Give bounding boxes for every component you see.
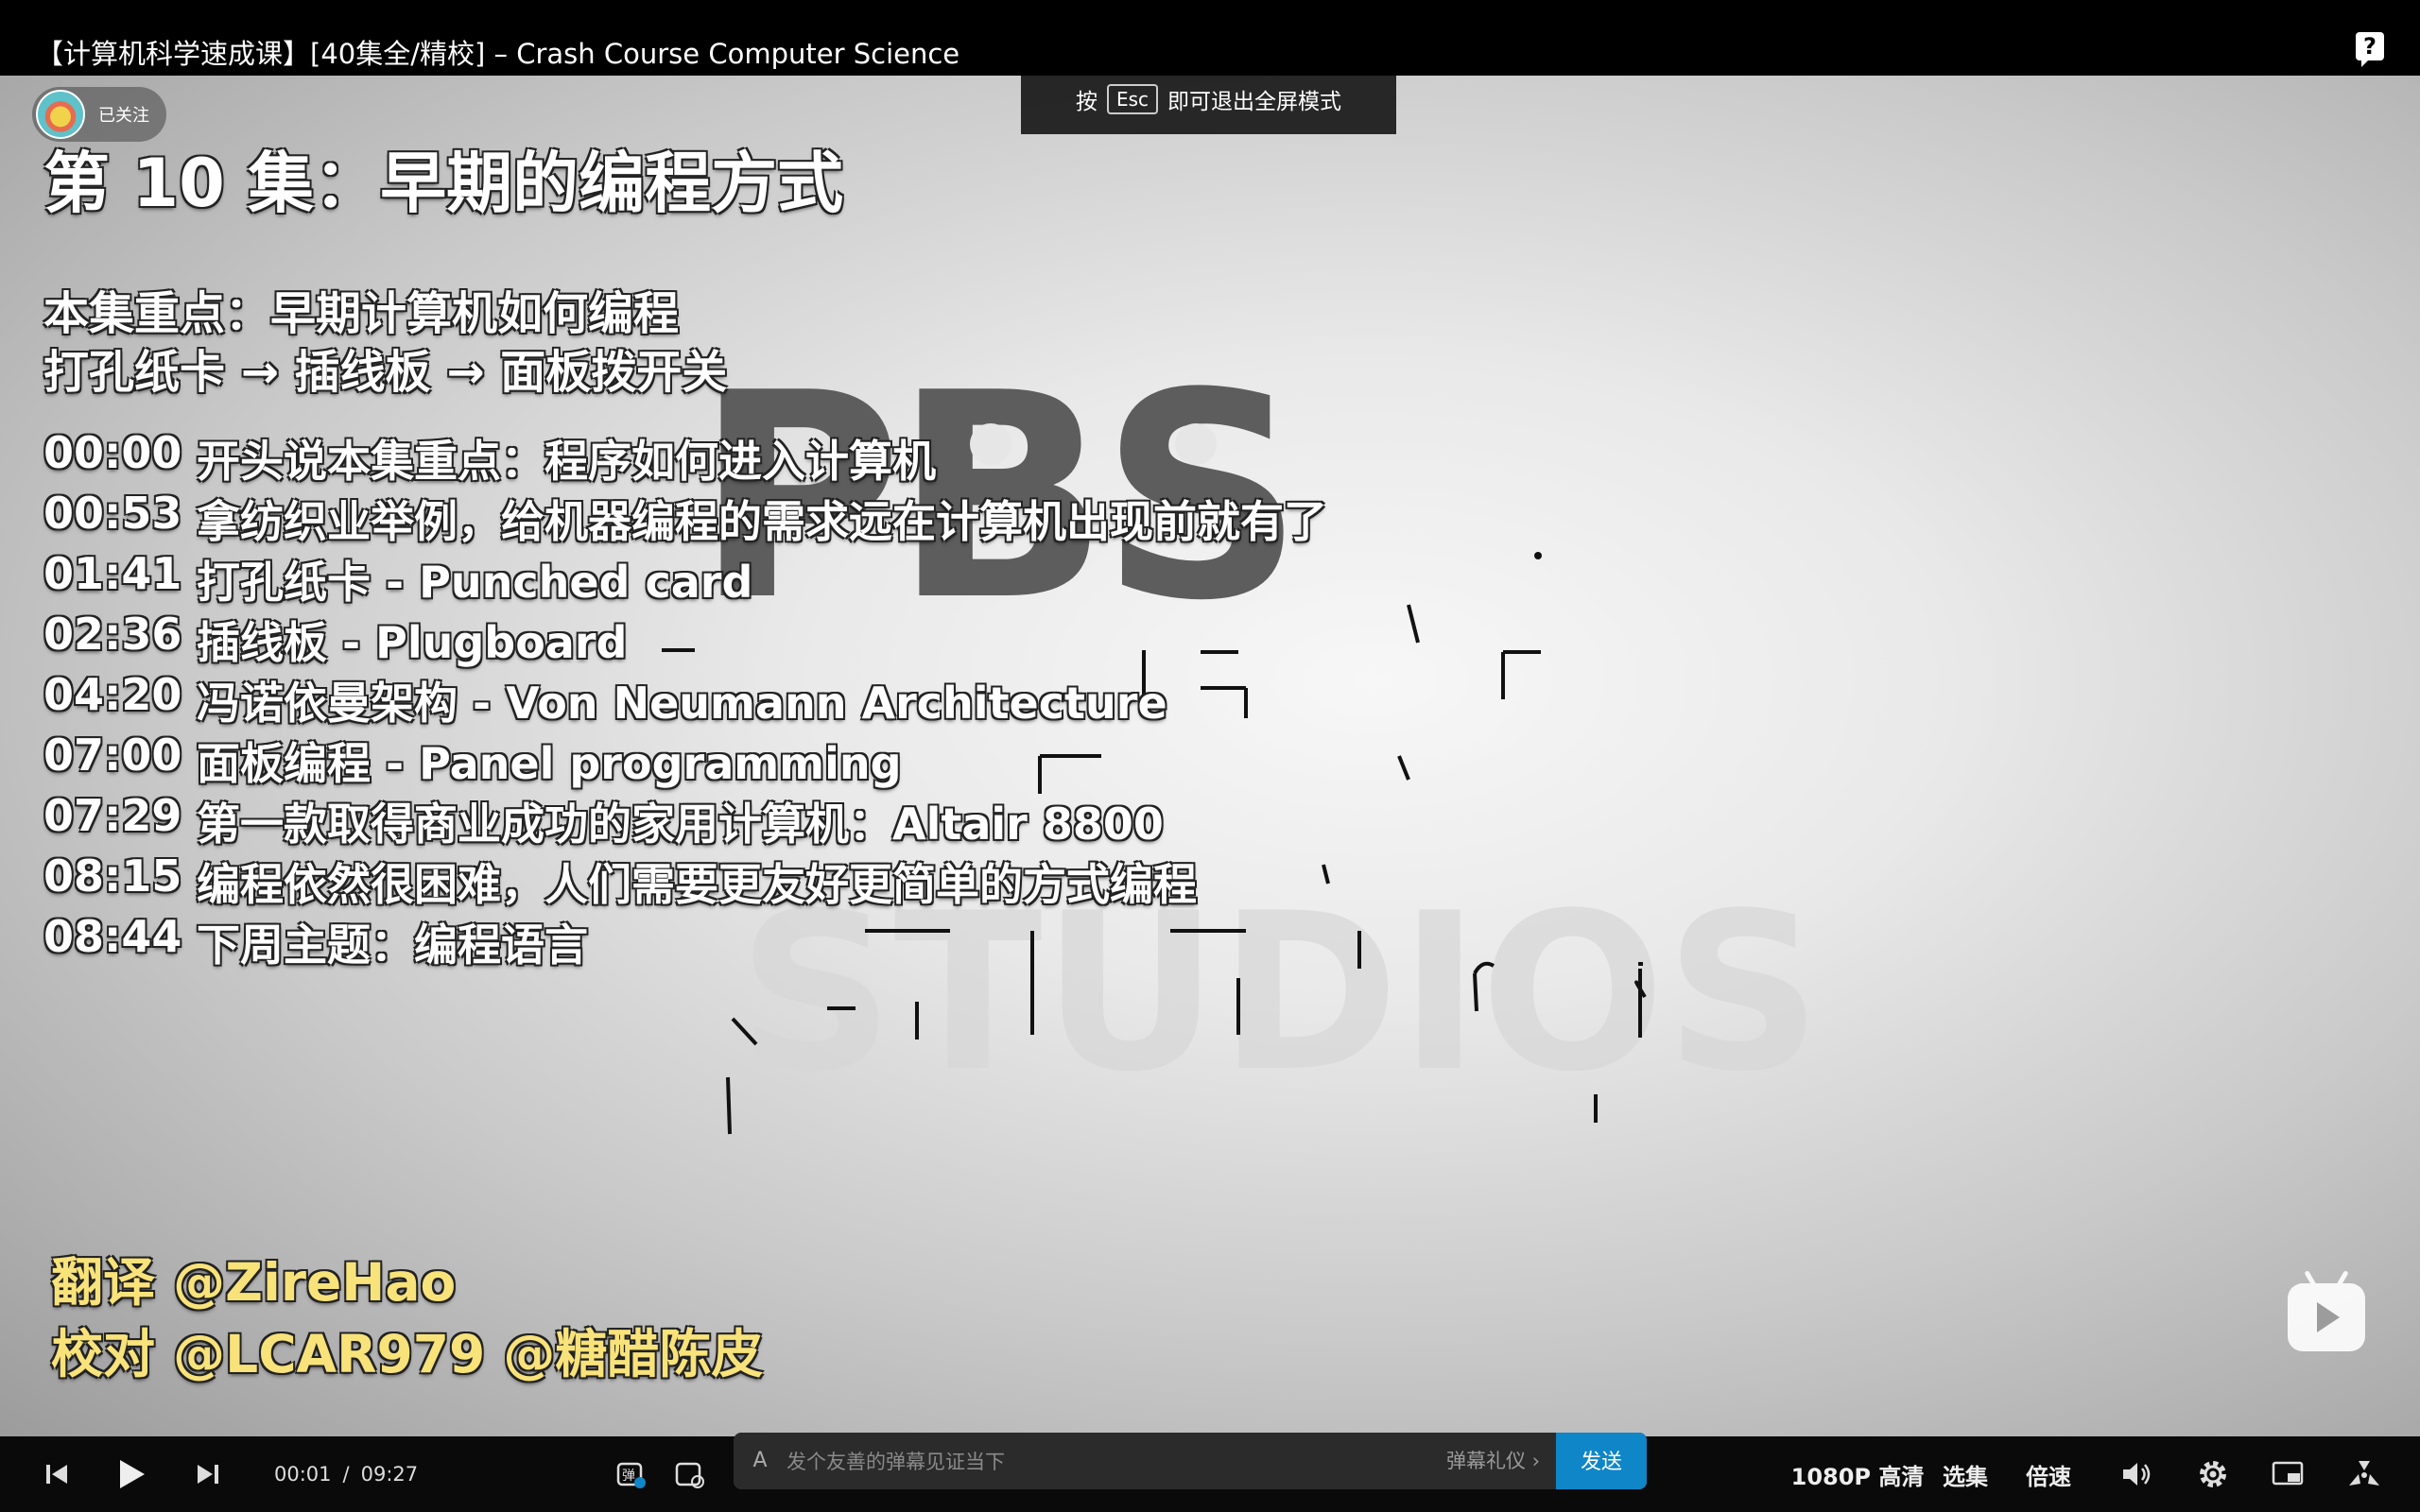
settings-gear-icon[interactable] — [2193, 1436, 2233, 1512]
chapter-time: 08:15 — [43, 850, 182, 902]
danmaku-style-icon[interactable]: A — [749, 1450, 771, 1472]
duration: 09:27 — [360, 1463, 419, 1486]
next-icon[interactable] — [189, 1436, 227, 1512]
play-icon[interactable] — [110, 1436, 153, 1512]
chapter-line: 00:53 拿纺织业举例，给机器编程的需求远在计算机出现前就有了 — [43, 488, 1327, 550]
chapter-text: 开头说本集重点：程序如何进入计算机 — [197, 436, 936, 487]
current-time: 00:01 — [274, 1463, 332, 1486]
video-title: 【计算机科学速成课】[40集全/精校] – Crash Course Compu… — [36, 38, 960, 70]
playback-time: 00:01 / 09:27 — [268, 1436, 424, 1512]
chapter-time: 02:36 — [43, 609, 182, 660]
volume-icon[interactable] — [2118, 1436, 2157, 1512]
svg-text:弹: 弹 — [622, 1469, 635, 1484]
speed-button[interactable]: 倍速 — [2021, 1436, 2076, 1512]
chapter-time: 04:20 — [43, 669, 182, 720]
chapter-line: 00:00 开头说本集重点：程序如何进入计算机 — [43, 427, 936, 490]
chapter-text: 面板编程 - Panel programming — [197, 738, 902, 789]
danmaku-etiquette-link[interactable]: 弹幕礼仪 › — [1446, 1433, 1540, 1489]
previous-icon[interactable] — [38, 1436, 76, 1512]
chapter-text: 拿纺织业举例，给机器编程的需求远在计算机出现前就有了 — [197, 496, 1327, 547]
chapter-text: 下周主题：编程语言 — [197, 919, 588, 971]
chapter-time: 00:53 — [43, 488, 182, 539]
chapter-line: 07:29 第一款取得商业成功的家用计算机：Altair 8800 — [43, 790, 1164, 852]
chapter-line: 07:00 面板编程 - Panel programming — [43, 730, 902, 792]
focus-line: 打孔纸卡 → 插线板 → 面板拨开关 — [43, 346, 728, 399]
video-frame[interactable]: PBS STUDIOS 已关注 按 Esc 即可退出全屏模式 第 10 集：早期… — [0, 76, 2420, 1436]
send-danmaku-button[interactable]: 发送 — [1556, 1433, 1647, 1489]
focus-line: 本集重点：早期计算机如何编程 — [43, 287, 680, 340]
episodes-button[interactable]: 选集 — [1938, 1436, 1993, 1512]
chapter-text: 插线板 - Plugboard — [197, 617, 628, 668]
danmaku-composer: A 弹幕礼仪 › 发送 — [734, 1433, 1647, 1489]
chapter-time: 07:29 — [43, 790, 182, 841]
title-bar: 【计算机科学速成课】[40集全/精校] – Crash Course Compu… — [0, 0, 2420, 76]
chapter-time: 00:00 — [43, 427, 182, 478]
chapter-time: 07:00 — [43, 730, 182, 781]
chapter-text: 第一款取得商业成功的家用计算机：Altair 8800 — [197, 799, 1164, 850]
chapter-line: 08:15 编程依然很困难，人们需要更友好更简单的方式编程 — [43, 850, 1197, 913]
chapter-text: 冯诺依曼架构 - Von Neumann Architecture — [197, 678, 1167, 729]
translator-credit: 翻译 @ZireHao — [51, 1252, 457, 1313]
chapter-line: 02:36 插线板 - Plugboard — [43, 609, 627, 671]
danmaku-settings-icon[interactable] — [671, 1436, 709, 1512]
proofreader-credit: 校对 @LCAR979 @糖醋陈皮 — [51, 1324, 764, 1384]
chapter-line: 08:44 下周主题：编程语言 — [43, 911, 588, 973]
time-separator: / — [342, 1463, 350, 1486]
chapter-text: 打孔纸卡 - Punched card — [197, 557, 753, 608]
chapter-line: 01:41 打孔纸卡 - Punched card — [43, 548, 752, 610]
episode-title: 第 10 集：早期的编程方式 — [43, 145, 844, 222]
esc-hint-prefix: 按 — [1075, 90, 1098, 114]
help-icon[interactable]: ? — [2356, 32, 2384, 67]
exit-fullscreen-icon[interactable] — [2344, 1436, 2384, 1512]
danmaku-input[interactable] — [785, 1433, 1318, 1489]
quality-button[interactable]: 1080P 高清 — [1787, 1436, 1928, 1512]
chapter-time: 01:41 — [43, 548, 182, 599]
danmaku-toggle-icon[interactable]: 弹 — [613, 1436, 650, 1512]
chapter-line: 04:20 冯诺依曼架构 - Von Neumann Architecture — [43, 669, 1167, 731]
fullscreen-exit-hint: 按 Esc 即可退出全屏模式 — [1021, 76, 1396, 134]
bilibili-tv-icon — [2288, 1270, 2365, 1351]
esc-hint-suffix: 即可退出全屏模式 — [1167, 90, 1342, 114]
chapter-text: 编程依然很困难，人们需要更友好更简单的方式编程 — [197, 859, 1197, 910]
picture-in-picture-icon[interactable] — [2269, 1436, 2308, 1512]
follow-label: 已关注 — [98, 106, 149, 126]
chapter-time: 08:44 — [43, 911, 182, 962]
esc-key: Esc — [1106, 84, 1159, 114]
